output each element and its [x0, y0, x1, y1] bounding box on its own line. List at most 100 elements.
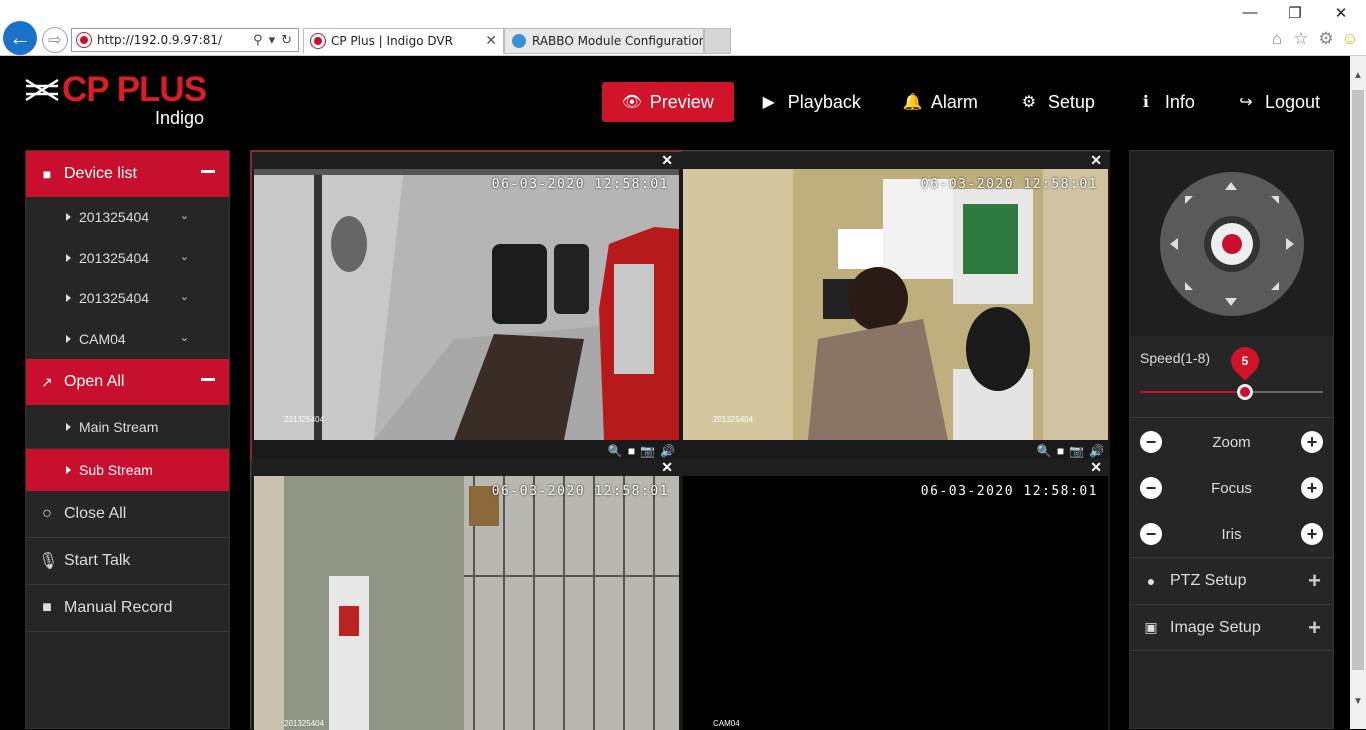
control-label: Iris — [1221, 525, 1242, 543]
tab-rabbo[interactable]: RABBO Module Configuration — [504, 28, 704, 54]
stream-main[interactable]: Main Stream — [26, 405, 229, 448]
minus-icon[interactable]: − — [1140, 523, 1162, 545]
close-icon[interactable]: ✕ — [1090, 459, 1102, 476]
chevron-down-icon[interactable]: ⌄ — [180, 209, 189, 222]
scroll-thumb[interactable] — [1352, 90, 1364, 670]
scroll-down-icon[interactable]: ▼ — [1353, 696, 1363, 707]
minus-icon[interactable]: − — [1140, 477, 1162, 499]
expand-plus-icon[interactable]: + — [1308, 615, 1321, 641]
speed-slider[interactable]: 5 — [1140, 341, 1323, 400]
arrow-down-left-icon[interactable] — [1185, 282, 1193, 290]
minimize-icon[interactable]: — — [1240, 4, 1260, 24]
expand-plus-icon[interactable]: + — [1308, 568, 1321, 594]
forward-arrow-icon[interactable]: ⇨ — [42, 27, 68, 53]
plus-icon[interactable]: + — [1301, 431, 1323, 453]
eye-icon: 👁 — [621, 94, 643, 111]
restore-icon[interactable]: ❐ — [1285, 4, 1305, 24]
ptz-direction-pad[interactable] — [1160, 172, 1304, 316]
zoom-in-icon[interactable]: 🔍 — [1037, 444, 1052, 458]
star-icon[interactable]: ☆ — [1291, 29, 1311, 49]
plus-icon[interactable]: + — [1301, 523, 1323, 545]
open-all-header[interactable]: ↗ Open All — [26, 359, 229, 405]
device-item[interactable]: CAM04 ⌄ — [26, 318, 229, 359]
speaker-icon[interactable]: 🔊 — [1089, 444, 1104, 458]
close-icon[interactable]: ✕ — [485, 33, 497, 49]
nav-logout[interactable]: ↪ Logout — [1221, 82, 1336, 122]
close-window-icon[interactable]: ✕ — [1331, 4, 1351, 24]
video-cell[interactable]: ✕ 06-03-2020 12:58:01 CAM04 — [681, 459, 1110, 730]
device-item[interactable]: 201325404 ⌄ — [26, 197, 229, 238]
arrow-right-icon[interactable] — [1286, 238, 1294, 250]
address-url[interactable]: http://192.0.9.97:81/ — [97, 33, 253, 47]
camera-snapshot-icon[interactable]: 📷 — [1069, 444, 1084, 458]
ptz-setup-row[interactable]: ● PTZ Setup + — [1130, 557, 1333, 604]
speaker-icon[interactable]: 🔊 — [660, 444, 675, 458]
collapse-icon[interactable] — [201, 170, 215, 173]
manual-record-button[interactable]: ■ Manual Record — [26, 585, 229, 632]
video-camera-icon[interactable]: ■ — [1057, 444, 1064, 458]
arrow-left-icon[interactable] — [1170, 238, 1178, 250]
camera-feed[interactable]: 06-03-2020 12:58:01 201325404 — [683, 169, 1108, 440]
close-icon[interactable]: ✕ — [1090, 152, 1102, 169]
page-scrollbar[interactable]: ▲ ▼ — [1350, 56, 1366, 729]
arrow-up-icon[interactable] — [1225, 182, 1237, 190]
smiley-icon[interactable]: ☺ — [1340, 29, 1360, 49]
open-all-title: Open All — [64, 373, 125, 390]
logout-icon: ↪ — [1239, 94, 1253, 111]
nav-alarm[interactable]: 🔔 Alarm — [887, 82, 994, 122]
camera-feed[interactable]: 06-03-2020 12:58:01 201325404 — [254, 169, 679, 440]
back-arrow-icon[interactable]: ← — [3, 21, 37, 55]
address-bar[interactable]: http://192.0.9.97:81/ ⚲ ▾ ↻ — [71, 28, 299, 52]
video-camera-icon[interactable]: ■ — [628, 444, 635, 458]
action-label: Manual Record — [64, 599, 173, 616]
arrow-up-right-icon[interactable] — [1271, 196, 1279, 204]
stream-sub[interactable]: Sub Stream — [26, 448, 229, 491]
nav-setup[interactable]: ⚙ Setup — [1004, 82, 1111, 122]
video-cell[interactable]: ✕ 06-03-2020 12:58:01 201325404 🔍 ■ 📷 🔊 — [681, 152, 1110, 459]
sidebar: ■ Device list 201325404 ⌄ 201325404 ⌄ 20… — [25, 150, 230, 729]
microphone-icon: 🎙 — [38, 553, 59, 570]
nav-info[interactable]: ℹ Info — [1121, 82, 1211, 122]
video-cell[interactable]: ✕ 06-03-2020 12:58:01 201325404 — [252, 459, 681, 730]
close-icon[interactable]: ✕ — [661, 459, 673, 476]
new-tab-button[interactable] — [704, 28, 731, 54]
device-list-header[interactable]: ■ Device list — [26, 151, 229, 197]
camera-snapshot-icon[interactable]: 📷 — [640, 444, 655, 458]
tab-cp-plus[interactable]: CP Plus | Indigo DVR ✕ — [303, 28, 504, 54]
camera-feed[interactable]: 06-03-2020 12:58:01 CAM04 — [683, 476, 1108, 730]
arrow-down-right-icon[interactable] — [1271, 282, 1279, 290]
chevron-down-icon[interactable]: ⌄ — [180, 290, 189, 303]
plus-icon[interactable]: + — [1300, 477, 1323, 499]
zoom-in-icon[interactable]: 🔍 — [608, 444, 623, 458]
device-item[interactable]: 201325404 ⌄ — [26, 278, 229, 319]
close-icon[interactable]: ✕ — [661, 152, 673, 169]
nav-preview[interactable]: 👁 Preview — [601, 82, 734, 122]
gear-icon[interactable]: ⚙ — [1316, 29, 1336, 49]
chevron-down-icon[interactable]: ⌄ — [180, 250, 189, 263]
camera-feed[interactable]: 06-03-2020 12:58:01 201325404 — [254, 476, 679, 730]
speed-slider-thumb[interactable] — [1236, 384, 1253, 400]
caret-right-icon — [66, 213, 71, 222]
ptz-center-button[interactable] — [1211, 223, 1253, 265]
search-icon[interactable]: ⚲ — [253, 33, 263, 48]
browser-chrome: ← ⇨ http://192.0.9.97:81/ ⚲ ▾ ↻ CP Plus … — [0, 0, 1366, 56]
action-label: Start Talk — [64, 552, 131, 569]
arrow-down-icon[interactable] — [1225, 298, 1237, 306]
home-icon[interactable]: ⌂ — [1267, 29, 1287, 49]
scroll-up-icon[interactable]: ▲ — [1353, 70, 1363, 81]
dropdown-icon[interactable]: ▾ — [269, 33, 276, 48]
dvr-app: CP PLUS Indigo 👁 Preview ▶ Playback 🔔 Al… — [0, 56, 1350, 730]
image-setup-row[interactable]: ▣ Image Setup + — [1130, 604, 1333, 651]
device-item[interactable]: 201325404 ⌄ — [26, 237, 229, 278]
minus-icon[interactable]: − — [1140, 431, 1162, 453]
collapse-icon[interactable] — [201, 378, 215, 381]
control-label: Focus — [1211, 479, 1252, 497]
arrow-up-left-icon[interactable] — [1185, 196, 1193, 204]
refresh-icon[interactable]: ↻ — [281, 33, 292, 48]
nav-playback[interactable]: ▶ Playback — [744, 82, 877, 122]
close-all-button[interactable]: ○ Close All — [26, 491, 229, 538]
chevron-down-icon[interactable]: ⌄ — [180, 331, 189, 344]
video-cell[interactable]: ✕ 06-03-2020 12:58:01 201325404 🔍 ■ 📷 🔊 — [251, 151, 682, 460]
start-talk-button[interactable]: 🎙 Start Talk — [26, 538, 229, 585]
play-circle-icon: ▶ — [762, 94, 775, 111]
